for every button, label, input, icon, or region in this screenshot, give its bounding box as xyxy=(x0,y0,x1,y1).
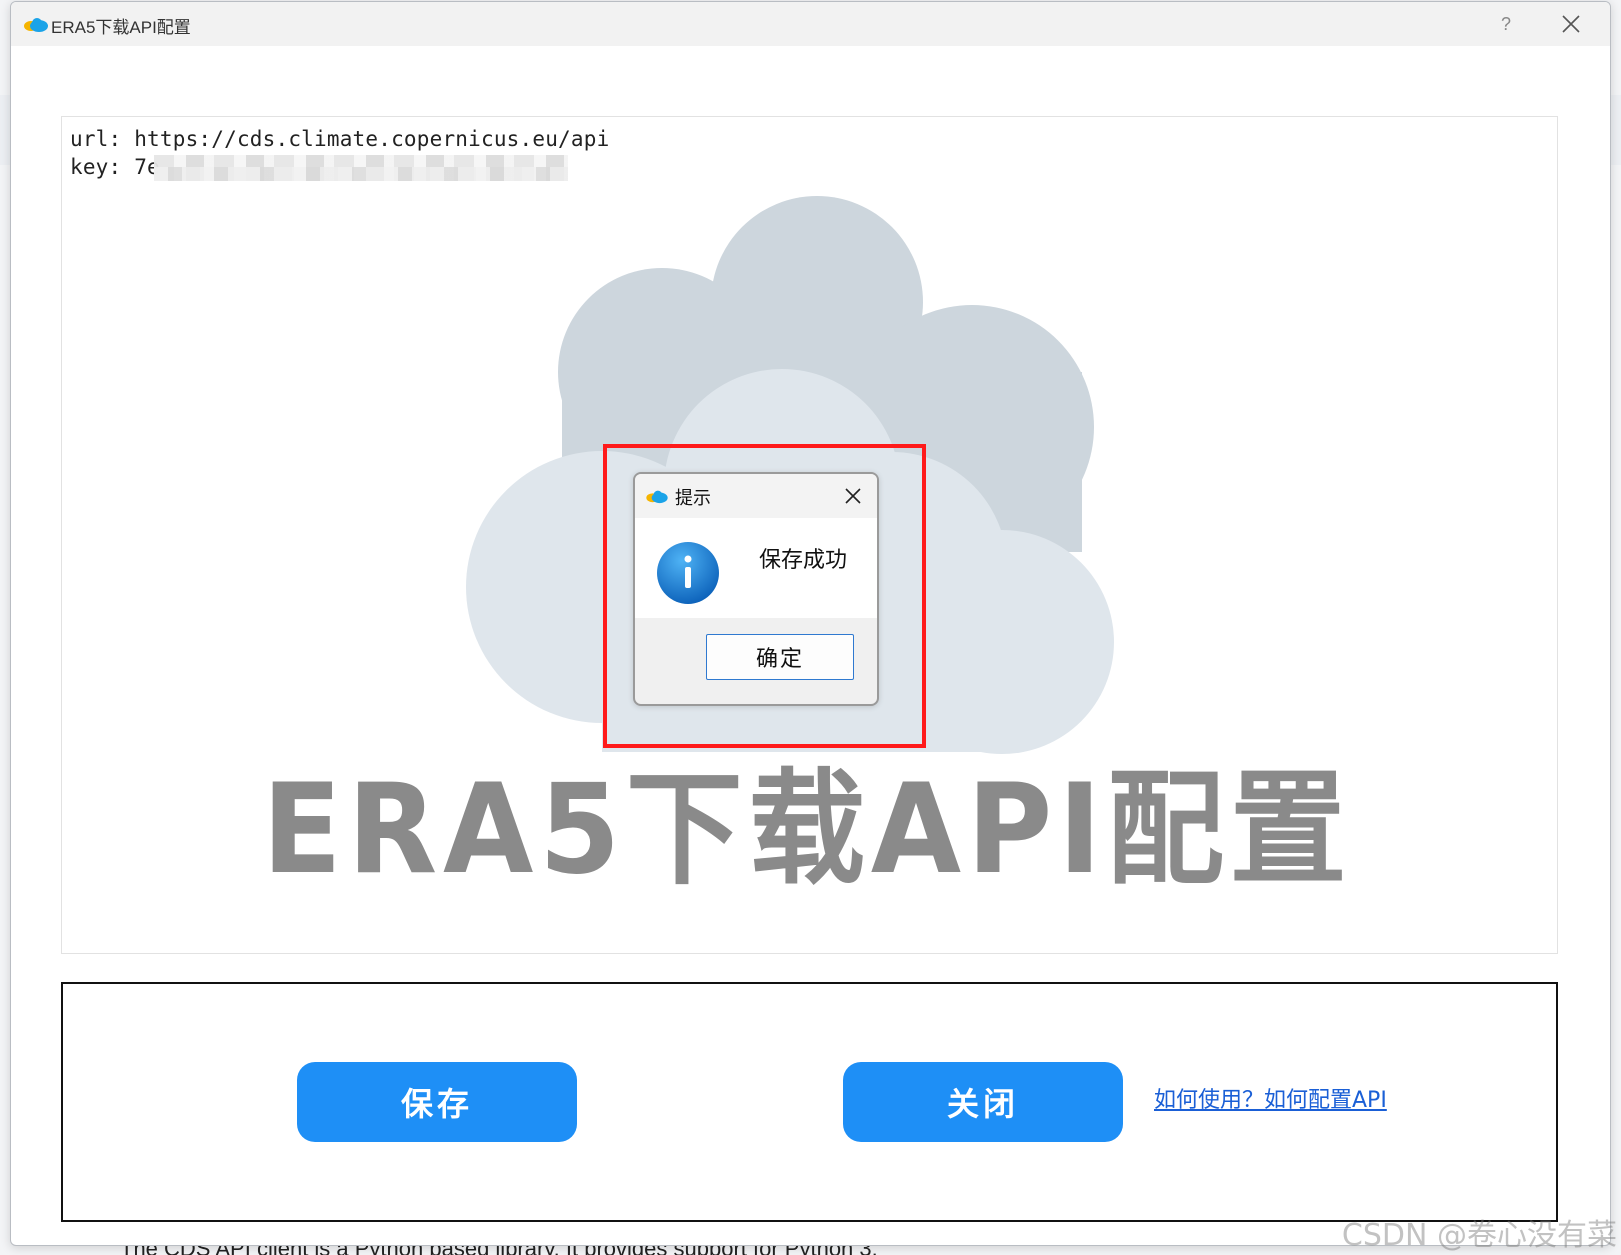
banner-title: ERA5下载API配置 xyxy=(262,758,1352,902)
dialog-title: 提示 xyxy=(675,488,711,509)
url-line: url: https://cds.climate.copernicus.eu/a… xyxy=(70,127,610,151)
close-icon xyxy=(1562,15,1580,33)
ok-button[interactable]: 确定 xyxy=(706,634,854,680)
window-close-button[interactable] xyxy=(1551,8,1591,40)
close-button[interactable]: 关闭 xyxy=(843,1062,1123,1142)
close-icon xyxy=(845,488,861,504)
info-icon xyxy=(657,542,719,604)
dialog-message: 保存成功 xyxy=(759,548,848,573)
cloud-logo-icon xyxy=(646,490,668,504)
message-dialog: 提示 保存成功 确定 xyxy=(633,472,879,706)
cloud-logo-icon xyxy=(24,18,48,32)
help-link[interactable]: 如何使用？如何配置API xyxy=(1154,1082,1387,1114)
key-line: key: 7e xyxy=(70,155,160,179)
redacted-key-mask xyxy=(154,167,568,181)
background-page-edge xyxy=(1611,95,1621,165)
dialog-titlebar[interactable]: 提示 xyxy=(635,474,877,518)
watermark: CSDN @卷心没有菜 xyxy=(1341,1218,1617,1253)
dialog-close-button[interactable] xyxy=(841,484,865,508)
window-title: ERA5下载API配置 xyxy=(51,18,191,37)
action-panel: 保存 关闭 如何使用？如何配置API xyxy=(61,982,1558,1222)
dialog-body: 保存成功 xyxy=(635,518,877,618)
help-button[interactable]: ? xyxy=(1491,10,1521,38)
screen: The CDS API client is a Python based lib… xyxy=(0,0,1621,1255)
window-titlebar[interactable]: ERA5下载API配置 ? xyxy=(11,2,1610,46)
save-button[interactable]: 保存 xyxy=(297,1062,577,1142)
background-page-edge xyxy=(0,95,10,165)
